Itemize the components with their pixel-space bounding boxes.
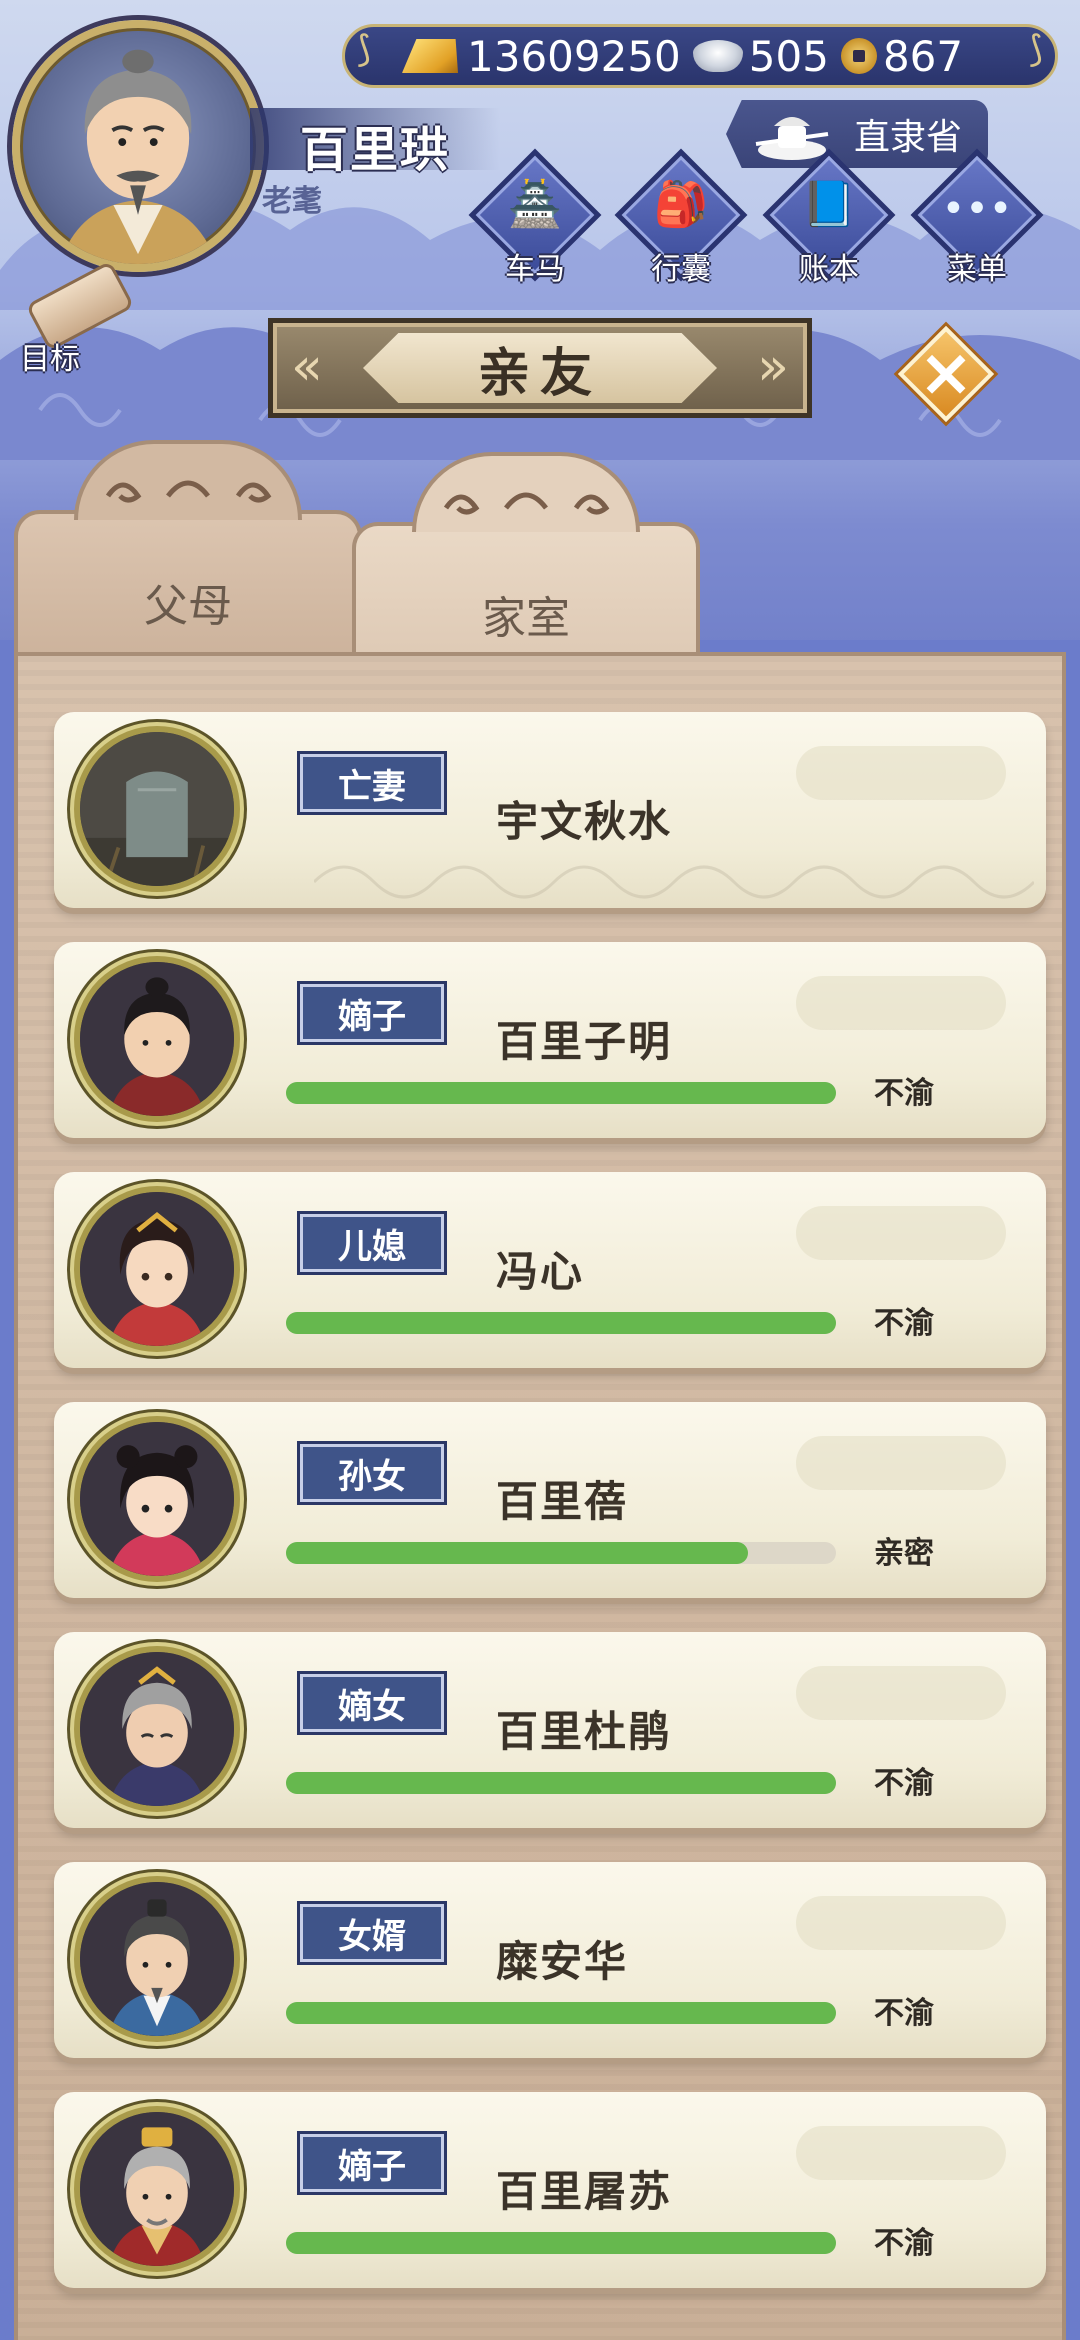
affinity-bar [286,2002,836,2024]
middle-aged-man-portrait [80,1882,234,2036]
member-name: 百里子明 [496,1017,673,1066]
family-member-card[interactable]: 嫡子 百里屠苏 不渝 [54,2092,1046,2288]
family-member-card[interactable]: 嫡女 百里杜鹃 不渝 [54,1632,1046,1828]
member-name: 百里蓓 [496,1477,629,1526]
old-man-portrait [80,2112,234,2266]
affinity-bar-fill [286,1312,836,1334]
mood-label: 不渝 [874,1076,934,1111]
bamboo-decoration-icon: ⟆ [357,29,372,70]
menu-button-bag[interactable]: 🎒 行囊 [614,148,748,287]
mood-label: 不渝 [874,1996,934,2031]
mood-label: 不渝 [874,2226,934,2261]
tab-label: 家室 [482,593,570,644]
young-man-portrait [80,962,234,1116]
gold-ingot-icon [402,39,464,73]
ledger-icon: 📘 [801,179,857,230]
panel-title: 亲友 [363,333,717,403]
member-portrait [74,2106,240,2272]
member-portrait [74,726,240,892]
old-woman-portrait [80,1652,234,1806]
close-button[interactable]: × [897,325,995,423]
member-portrait [74,1646,240,1812]
copper-currency[interactable]: 867 [840,31,964,81]
relation-badge: 孙女 [300,1444,444,1502]
mood-label: 不渝 [874,1306,934,1341]
affinity-bar-fill [286,1772,836,1794]
girl-portrait [80,1422,234,1576]
player-name: 百里珙 [300,122,451,178]
member-name: 糜安华 [496,1937,629,1986]
relation-badge: 嫡子 [300,2134,444,2192]
family-member-card[interactable]: 女婿 糜安华 不渝 [54,1862,1046,2058]
family-member-card[interactable]: 嫡子 百里子明 不渝 [54,942,1046,1138]
silver-amount: 505 [748,31,829,81]
elderly-man-portrait [59,49,217,264]
mood-label: 亲密 [874,1536,934,1571]
player-avatar[interactable] [12,20,264,272]
affinity-bar [286,1772,836,1794]
bag-icon: 🎒 [653,179,709,230]
relation-badge: 亡妻 [300,754,444,812]
silver-ingot-icon [692,40,743,72]
member-portrait [74,1186,240,1352]
copper-coin-icon [840,38,877,74]
player-age-title: 老耄 [262,184,322,219]
carriage-icon: 🏯 [507,179,563,230]
panel-title-banner: « 亲友 » [268,318,812,418]
member-portrait [74,1416,240,1582]
tab-label: 父母 [144,581,232,632]
gold-currency[interactable]: 13609250 [405,32,681,81]
member-name: 百里屠苏 [496,2167,673,2216]
member-portrait [74,1876,240,2042]
goal-button[interactable]: 目标 [14,260,135,377]
affinity-bar-fill [286,2002,836,2024]
relation-badge: 儿媳 [300,1214,444,1272]
relation-badge: 女婿 [300,1904,444,1962]
mood-label: 不渝 [874,1766,934,1801]
menu-button-ledger[interactable]: 📘 账本 [762,148,896,287]
menu-button-carriage[interactable]: 🏯 车马 [468,148,602,287]
close-icon: × [918,334,974,411]
tab-parents[interactable]: 父母 [14,440,362,670]
affinity-bar [286,1312,836,1334]
affinity-bar-fill [286,1542,748,1564]
affinity-bar-fill [286,1082,836,1104]
more-icon: ••• [941,186,1013,232]
member-portrait [74,956,240,1122]
copper-amount: 867 [882,31,964,81]
affinity-bar-fill [286,2232,836,2254]
family-list[interactable]: 亡妻 宇文秋水 嫡子 百里子明 不渝 儿媳 冯心 不渝 孙女 百里蓓 亲密 嫡女… [14,652,1066,2340]
cloud-ornament-icon [443,492,610,515]
relation-badge: 嫡子 [300,984,444,1042]
member-name: 冯心 [496,1247,585,1296]
chevron-left-decoration-icon: « [291,337,323,397]
member-name: 百里杜鹃 [496,1707,673,1756]
young-woman-portrait [80,1192,234,1346]
affinity-bar [286,1542,836,1564]
cloud-ornament-icon [105,480,272,503]
affinity-bar [286,2232,836,2254]
silver-currency[interactable]: 505 [692,31,829,81]
bamboo-decoration-icon: ⟆ [1028,29,1043,70]
tab-household[interactable]: 家室 [352,452,700,682]
affinity-bar [286,1082,836,1104]
chevron-right-decoration-icon: » [757,337,789,397]
wave-decoration [314,865,1034,899]
relation-badge: 嫡女 [300,1674,444,1732]
member-name: 宇文秋水 [496,797,673,846]
gold-amount: 13609250 [467,31,681,81]
family-member-card[interactable]: 亡妻 宇文秋水 [54,712,1046,908]
family-member-card[interactable]: 儿媳 冯心 不渝 [54,1172,1046,1368]
family-member-card[interactable]: 孙女 百里蓓 亲密 [54,1402,1046,1598]
menu-button-more[interactable]: ••• 菜单 [910,148,1044,287]
sedan-chair-icon [755,117,829,160]
tombstone-icon [80,732,234,886]
currency-bar: ⟆ 13609250 505 867 ⟆ [342,24,1058,88]
province-label: 直隶省 [853,117,962,158]
